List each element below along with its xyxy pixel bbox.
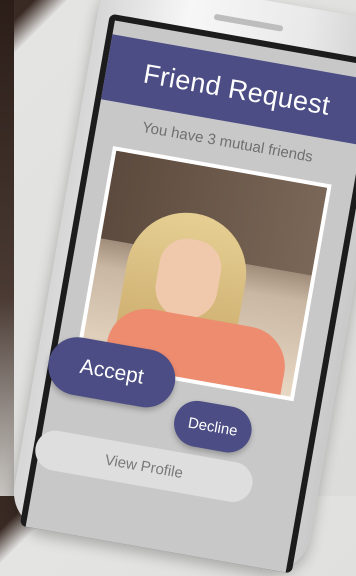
phone-screen: Friend Request You have 3 mutual friends… (19, 13, 356, 574)
phone-frame: Friend Request You have 3 mutual friends… (7, 0, 356, 576)
decline-button[interactable]: Decline (170, 397, 256, 457)
page-title: Friend Request (141, 58, 333, 121)
app-screen: Friend Request You have 3 mutual friends… (25, 20, 356, 573)
phone-mockup: Friend Request You have 3 mutual friends… (7, 0, 356, 576)
background-photo-edge (0, 0, 14, 496)
phone-speaker (213, 13, 284, 32)
